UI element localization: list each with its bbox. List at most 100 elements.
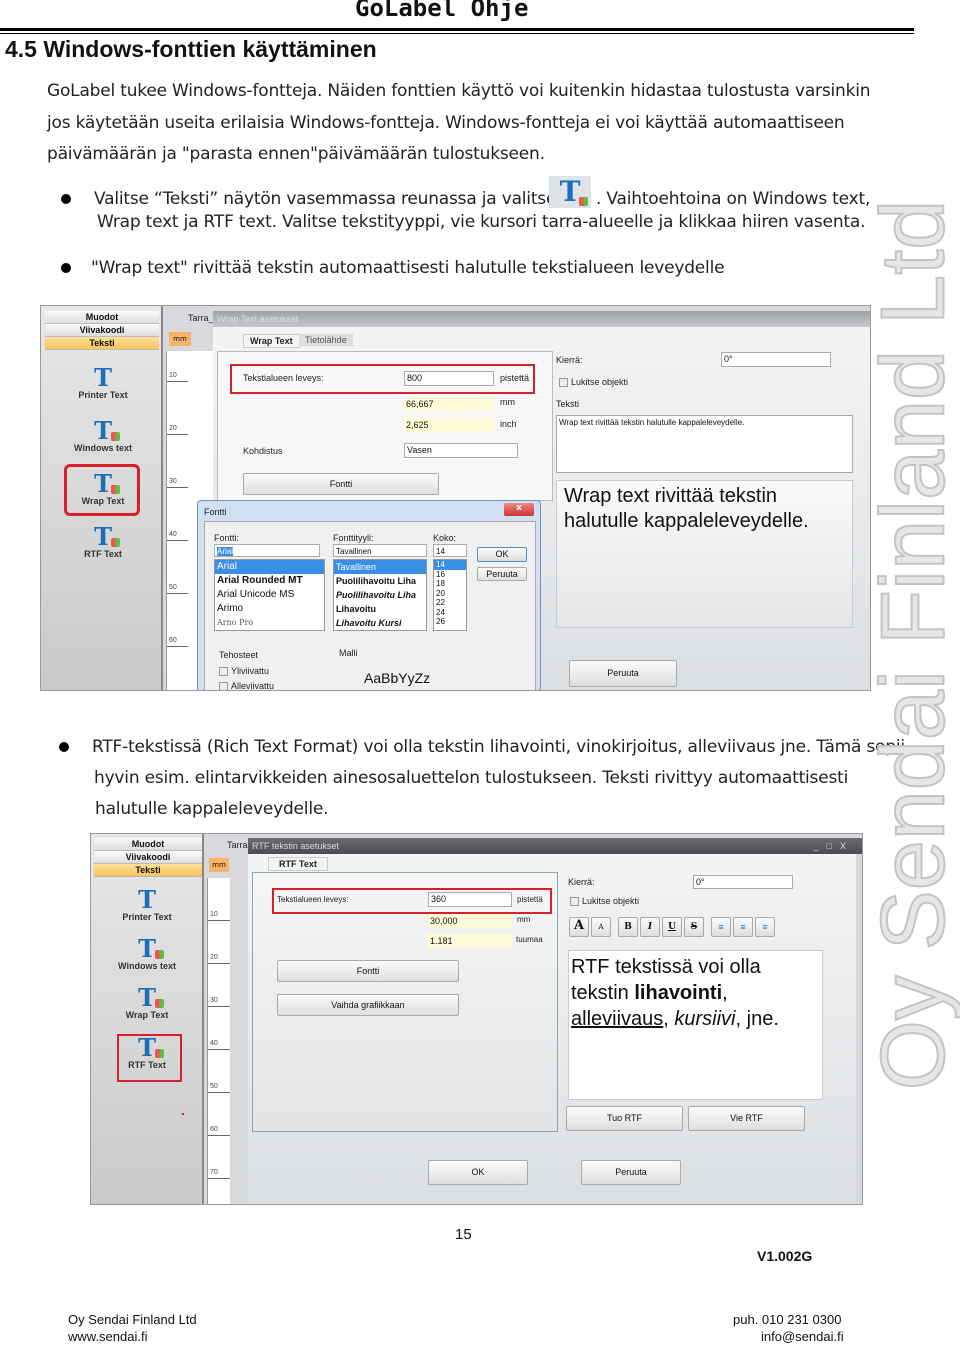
font-button[interactable]: Fontti [277,960,459,982]
underline-checkbox[interactable]: Alleviivattu [219,681,275,691]
ok-button[interactable]: OK [477,547,527,562]
sidebar-tab-muodot[interactable]: Muodot [94,838,202,851]
style-option[interactable]: Lihavoitu [334,602,426,616]
align-left-button[interactable]: ≡ [711,917,731,937]
sidebar-tab-muodot[interactable]: Muodot [45,311,159,324]
size-option[interactable]: 16 [434,570,466,580]
document-tab[interactable]: Tarra_ [188,313,214,323]
ruler-label: 30 [210,997,218,1004]
footer-email[interactable]: info@sendai.fi [761,1329,844,1344]
sidebar-tab-teksti[interactable]: Teksti [94,864,202,877]
font-input[interactable]: Arial [214,544,320,557]
watermark: Oy Sendai Finland Ltd [863,199,960,1092]
width-input[interactable]: 800 [404,371,494,386]
style-option[interactable]: Tavallinen [334,560,426,574]
font-option[interactable]: Arial Unicode MS [215,588,324,602]
size-option[interactable]: 24 [434,608,466,618]
bullet2-text: "Wrap text" rivittää tekstin automaattis… [91,258,725,278]
ruler-label: 40 [169,531,177,538]
tab-wrap-text[interactable]: Wrap Text [243,334,300,348]
ok-button[interactable]: OK [428,1160,528,1185]
lock-checkbox[interactable]: Lukitse objekti [559,377,628,388]
font-dialog-title: Fontti [204,507,227,517]
font-option[interactable]: Arimo [215,602,324,616]
italic-button[interactable]: I [640,917,660,937]
size-option[interactable]: 20 [434,589,466,599]
header-rule [0,28,914,31]
inch-value: 1.181 [428,934,512,948]
size-option[interactable]: 18 [434,579,466,589]
cancel-button[interactable]: Peruuta [477,567,527,581]
grow-font-button[interactable]: A [569,917,589,937]
tool-wrap-text[interactable]: T Wrap Text [97,986,197,1021]
tool-wrap-text[interactable]: T Wrap Text [53,472,153,507]
effects-label: Tehosteet [219,650,259,660]
underline-button[interactable]: U [662,917,682,937]
underline-label: Alleviivattu [231,681,275,691]
ruler-tick [208,1092,230,1093]
tab-tietolahde[interactable]: Tietolähde [299,334,353,346]
width-label: Tekstialueen leveys: [277,895,349,904]
tool-printer-text[interactable]: T Printer Text [53,366,153,401]
size-input[interactable]: 14 [433,544,467,557]
bold-button[interactable]: B [618,917,638,937]
footer-website[interactable]: www.sendai.fi [68,1329,147,1344]
style-list[interactable]: Tavallinen Puolilihavoitu Liha Puoliliha… [333,559,427,631]
cancel-button[interactable]: Peruuta [581,1160,681,1185]
font-option[interactable]: Arno Pro [215,616,324,630]
sample-label: Malli [339,648,358,658]
size-option[interactable]: 14 [434,560,466,570]
align-right-button[interactable]: ≡ [755,917,775,937]
size-option[interactable]: 22 [434,598,466,608]
close-button[interactable]: X [840,841,854,851]
style-input[interactable]: Tavallinen [333,544,427,557]
tool-rtf-text[interactable]: T RTF Text [97,1036,197,1071]
tool-rtf-text[interactable]: T RTF Text [53,525,153,560]
width-input[interactable]: 360 [428,892,512,907]
align-center-button[interactable]: ≡ [733,917,753,937]
tab-rtf-text[interactable]: RTF Text [268,857,328,871]
size-label: Koko: [433,533,457,543]
font-option[interactable]: Arial [215,560,324,574]
printer-text-icon: T [138,885,156,914]
convert-to-graphic-button[interactable]: Vaihda grafiikkaan [277,994,459,1016]
rtf-text-screenshot: Muodot Viivakoodi Teksti T Printer Text T… [90,833,863,1205]
font-option[interactable]: Arial Rounded MT [215,574,324,588]
align-select[interactable]: Vasen [404,443,518,458]
cancel-button[interactable]: Peruuta [569,660,677,687]
style-option[interactable]: Puolilihavoitu Liha [334,588,426,602]
rotate-select[interactable]: 0° [693,875,793,889]
export-rtf-button[interactable]: Vie RTF [688,1106,805,1131]
ruler-tick [208,1006,230,1007]
strikethrough-checkbox[interactable]: Yliviivattu [219,666,269,677]
sidebar-tab-teksti[interactable]: Teksti [45,337,159,350]
rtf-editor[interactable]: RTF tekstissä voi olla tekstin lihavoint… [568,950,823,1100]
lock-checkbox[interactable]: Lukitse objekti [570,896,639,907]
sidebar-tab-viivakoodi[interactable]: Viivakoodi [45,324,159,337]
size-list[interactable]: 14 16 18 20 22 24 26 [433,559,467,631]
window-controls[interactable]: _□X [814,838,854,854]
font-list[interactable]: Arial Arial Rounded MT Arial Unicode MS … [214,559,325,631]
font-button[interactable]: Fontti [243,473,439,495]
text-input[interactable]: Wrap text rivittää tekstin halutulle kap… [556,415,853,473]
tool-windows-text[interactable]: T Windows text [53,419,153,454]
tool-windows-text[interactable]: T Windows text [97,937,197,972]
maximize-button[interactable]: □ [827,841,840,851]
strikethrough-button[interactable]: S [684,917,704,937]
tool-printer-text[interactable]: T Printer Text [97,885,197,923]
shrink-font-button[interactable]: A [591,917,611,937]
unit-button[interactable]: mm [169,332,191,346]
rotate-select[interactable]: 0° [721,352,831,367]
unit-button[interactable]: mm [209,858,229,872]
style-option[interactable]: Puolilihavoitu Liha [334,574,426,588]
sidebar-tab-viivakoodi[interactable]: Viivakoodi [94,851,202,864]
sidebar: Muodot Viivakoodi Teksti T Printer Text T… [41,306,163,690]
document-tab[interactable]: Tarra [227,840,248,850]
vertical-ruler: 10 20 30 40 50 60 70 [207,878,230,1204]
style-option[interactable]: Lihavoitu Kursi [334,616,426,630]
minimize-button[interactable]: _ [814,841,827,851]
import-rtf-button[interactable]: Tuo RTF [566,1106,683,1131]
close-button[interactable]: x [504,503,534,516]
size-option[interactable]: 26 [434,617,466,627]
style-label: Fonttityyli: [333,533,374,543]
